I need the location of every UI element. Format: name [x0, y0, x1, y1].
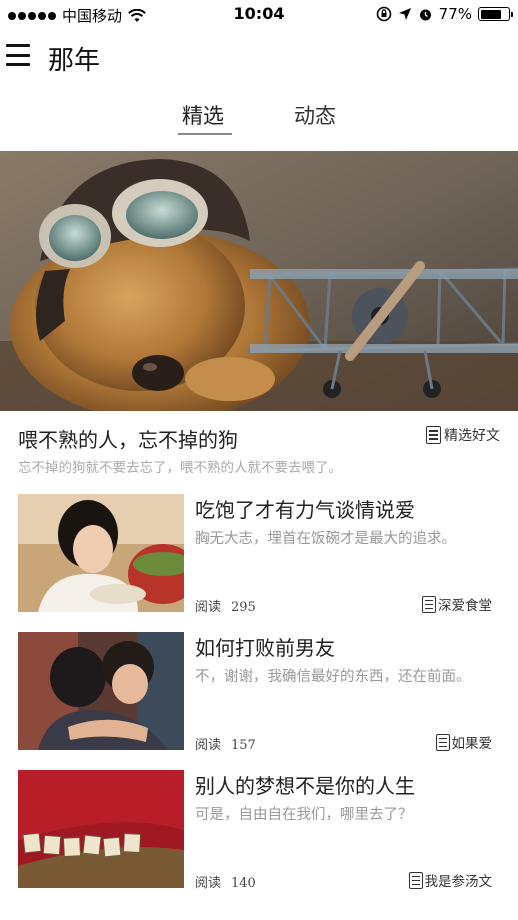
- article-thumbnail-couple: [18, 632, 184, 750]
- tab-updates[interactable]: 动态: [294, 100, 336, 130]
- read-count: 157: [231, 738, 256, 753]
- list-item[interactable]: 别人的梦想不是你的人生 可是，自由自在我们，哪里去了？ 阅读 140 我是参汤文: [0, 770, 518, 892]
- article-description: 不，谢谢，我确信最好的东西，还在前面。: [195, 669, 471, 685]
- article-category-tag[interactable]: 如果爱: [435, 732, 493, 752]
- article-read-count: 阅读 140: [195, 872, 256, 891]
- app-header: 那年: [0, 32, 518, 80]
- read-count: 140: [231, 876, 256, 891]
- article-thumbnail-dreams: [18, 770, 184, 888]
- featured-title[interactable]: 喂不熟的人，忘不掉的狗: [18, 424, 238, 453]
- article-title[interactable]: 吃饱了才有力气谈情说爱: [195, 494, 415, 523]
- status-right: 77%: [376, 5, 513, 23]
- article-title[interactable]: 如何打败前男友: [195, 632, 335, 661]
- list-item[interactable]: 如何打败前男友 不，谢谢，我确信最好的东西，还在前面。 阅读 157 如果爱: [0, 632, 518, 754]
- read-label: 阅读: [195, 738, 222, 753]
- tab-featured[interactable]: 精选: [182, 100, 224, 130]
- battery-icon: [478, 7, 513, 21]
- read-count: 295: [231, 600, 256, 615]
- battery-percent: 77%: [438, 5, 472, 23]
- document-icon: [435, 733, 450, 751]
- featured-tag-label: 精选好文: [444, 428, 500, 444]
- alarm-icon: [419, 9, 431, 20]
- active-tab-indicator: [178, 133, 232, 135]
- article-thumbnail-eating: [18, 494, 184, 612]
- menu-icon[interactable]: [6, 44, 30, 66]
- document-icon: [408, 871, 423, 889]
- tab-bar: 精选 动态: [0, 100, 518, 140]
- article-description: 可是，自由自在我们，哪里去了？: [195, 807, 413, 823]
- article-title[interactable]: 别人的梦想不是你的人生: [195, 770, 415, 799]
- location-arrow-icon: [398, 8, 411, 20]
- read-label: 阅读: [195, 600, 222, 615]
- rotation-lock-icon: [376, 6, 391, 22]
- featured-subtitle: 忘不掉的狗就不要去忘了，喂不熟的人就不要去喂了。: [18, 460, 342, 476]
- document-icon: [426, 426, 441, 444]
- document-icon: [422, 595, 436, 613]
- article-category-tag[interactable]: 我是参汤文: [408, 870, 493, 890]
- article-read-count: 阅读 295: [195, 596, 256, 615]
- article-tag-label: 深爱食堂: [438, 598, 492, 614]
- hero-banner-image[interactable]: [0, 151, 518, 411]
- article-read-count: 阅读 157: [195, 734, 256, 753]
- featured-category-tag[interactable]: 精选好文: [426, 425, 500, 445]
- article-tag-label: 如果爱: [451, 736, 493, 752]
- list-item[interactable]: 吃饱了才有力气谈情说爱 胸无大志，埋首在饭碗才是最大的追求。 阅读 295 深爱食…: [0, 494, 518, 616]
- article-tag-label: 我是参汤文: [424, 874, 493, 890]
- status-bar: 中国移动 10:04 77%: [0, 0, 518, 28]
- app-title: 那年: [48, 46, 101, 76]
- read-label: 阅读: [195, 876, 222, 891]
- article-category-tag[interactable]: 深爱食堂: [422, 594, 492, 614]
- article-description: 胸无大志，埋首在饭碗才是最大的追求。: [195, 531, 456, 547]
